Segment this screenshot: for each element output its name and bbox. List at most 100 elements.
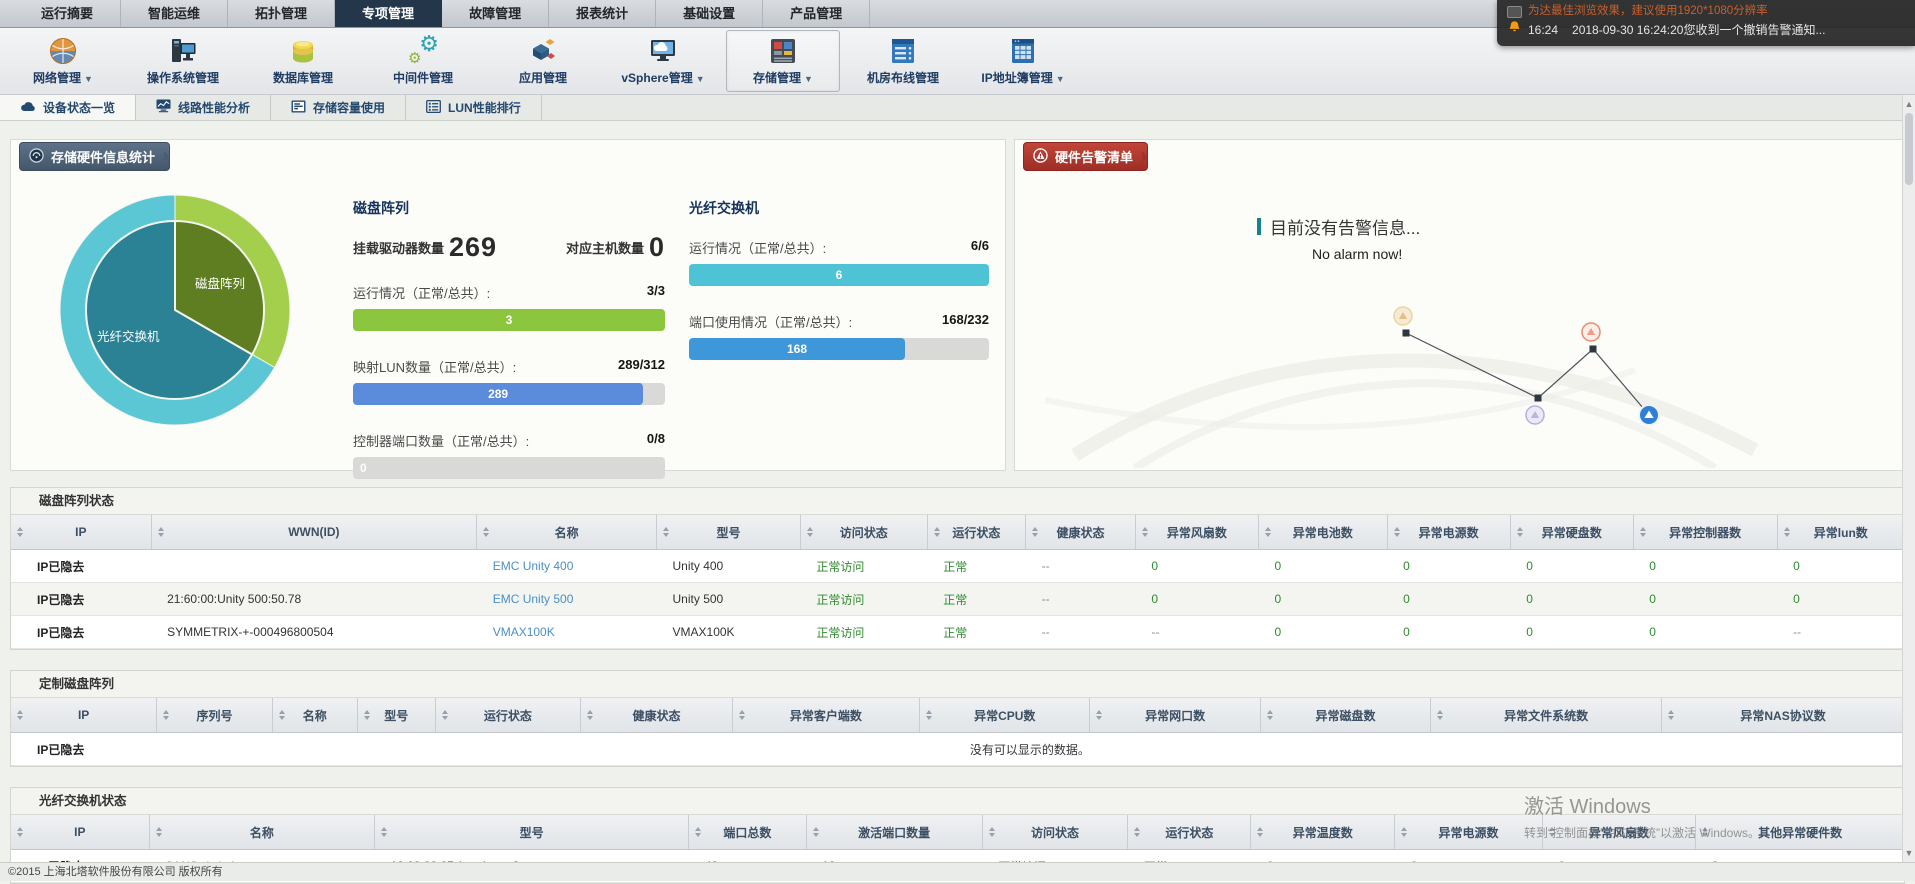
column-header[interactable]: 异常风扇数 — [1135, 515, 1258, 550]
toolbar-item[interactable]: 机房布线管理 — [846, 30, 960, 92]
column-header[interactable]: 名称 — [477, 515, 657, 550]
nav-tab[interactable]: 基础设置 — [656, 0, 763, 27]
column-header[interactable]: 访问状态 — [800, 515, 927, 550]
column-header[interactable]: 异常文件系统数 — [1431, 698, 1662, 733]
notification-popup[interactable]: 为达最佳浏览效果，建议使用1920*1080分辨率 16:24 2018-09-… — [1497, 0, 1915, 46]
column-header[interactable]: 异常电池数 — [1258, 515, 1387, 550]
sort-icon[interactable] — [1784, 527, 1790, 537]
sort-icon[interactable] — [17, 527, 23, 537]
column-header[interactable]: IP — [11, 698, 157, 733]
column-header[interactable]: 异常网口数 — [1090, 698, 1260, 733]
sort-icon[interactable] — [739, 710, 745, 720]
column-header[interactable]: 异常硬盘数 — [1510, 515, 1633, 550]
nav-tab[interactable]: 产品管理 — [763, 0, 870, 27]
notification-alarm-row[interactable]: 16:24 2018-09-30 16:24:20您收到一个撤销告警通知... — [1507, 20, 1907, 40]
column-header[interactable]: IP — [11, 815, 149, 850]
sort-icon[interactable] — [1257, 827, 1263, 837]
sort-icon[interactable] — [1265, 527, 1271, 537]
sort-icon[interactable] — [1096, 710, 1102, 720]
sort-icon[interactable] — [1668, 710, 1674, 720]
sort-icon[interactable] — [813, 827, 819, 837]
nav-tab[interactable]: 专项管理 — [335, 0, 442, 27]
column-header[interactable]: 运行状态 — [435, 698, 581, 733]
column-header[interactable]: 健康状态 — [1026, 515, 1136, 550]
column-header[interactable]: 异常电源数 — [1387, 515, 1510, 550]
device-link[interactable]: VMAX100K — [493, 625, 555, 639]
column-header[interactable]: 运行状态 — [927, 515, 1025, 550]
scrollbar-thumb[interactable] — [1905, 113, 1913, 185]
nav-tab[interactable]: 拓扑管理 — [228, 0, 335, 27]
nav-tab[interactable]: 智能运维 — [121, 0, 228, 27]
column-header[interactable]: 访问状态 — [982, 815, 1128, 850]
sort-icon[interactable] — [1267, 710, 1273, 720]
column-header[interactable]: 序列号 — [157, 698, 272, 733]
nav-tab[interactable]: 运行摘要 — [14, 0, 121, 27]
toolbar-item[interactable]: 存储管理▼ — [726, 30, 840, 92]
column-header[interactable]: 名称 — [272, 698, 357, 733]
sort-icon[interactable] — [381, 827, 387, 837]
toolbar-item[interactable]: 操作系统管理 — [126, 30, 240, 92]
nav-tab[interactable]: 故障管理 — [442, 0, 549, 27]
sort-icon[interactable] — [483, 527, 489, 537]
column-header[interactable]: 型号 — [374, 815, 688, 850]
sort-icon[interactable] — [807, 527, 813, 537]
sort-icon[interactable] — [1702, 827, 1708, 837]
column-header[interactable]: 激活端口数量 — [806, 815, 982, 850]
sort-icon[interactable] — [156, 827, 162, 837]
column-header[interactable]: WWN(ID) — [151, 515, 477, 550]
sort-icon[interactable] — [17, 710, 23, 720]
sort-icon[interactable] — [1142, 527, 1148, 537]
column-header[interactable]: 异常CPU数 — [920, 698, 1090, 733]
device-link[interactable]: EMC Unity 500 — [493, 592, 574, 606]
sort-icon[interactable] — [1437, 710, 1443, 720]
column-header[interactable]: 异常电源数 — [1395, 815, 1543, 850]
sort-icon[interactable] — [442, 710, 448, 720]
toolbar-item[interactable]: 应用管理 — [486, 30, 600, 92]
sort-icon[interactable] — [364, 710, 370, 720]
column-header[interactable]: 异常温度数 — [1251, 815, 1395, 850]
sort-icon[interactable] — [587, 710, 593, 720]
column-header[interactable]: 异常磁盘数 — [1260, 698, 1430, 733]
sort-icon[interactable] — [158, 527, 164, 537]
sort-icon[interactable] — [163, 710, 169, 720]
sort-icon[interactable] — [17, 827, 23, 837]
column-header[interactable]: 异常lun数 — [1777, 515, 1904, 550]
nav-tab[interactable]: 报表统计 — [549, 0, 656, 27]
sort-icon[interactable] — [934, 527, 940, 537]
sort-icon[interactable] — [1517, 527, 1523, 537]
toolbar-item[interactable]: IP地址簿管理▼ — [966, 30, 1080, 92]
sort-icon[interactable] — [1640, 527, 1646, 537]
column-header[interactable]: 其他异常硬件数 — [1696, 815, 1904, 850]
sort-icon[interactable] — [1032, 527, 1038, 537]
subtab[interactable]: 设备状态一览 — [0, 95, 136, 120]
column-header[interactable]: 型号 — [357, 698, 435, 733]
sort-icon[interactable] — [1401, 827, 1407, 837]
sort-icon[interactable] — [1134, 827, 1140, 837]
vertical-scrollbar[interactable]: ▲ ▼ — [1902, 95, 1915, 862]
subtab[interactable]: 线路性能分析 — [136, 95, 271, 120]
column-header[interactable]: 端口总数 — [689, 815, 806, 850]
sort-icon[interactable] — [926, 710, 932, 720]
column-header[interactable]: 名称 — [149, 815, 374, 850]
sort-icon[interactable] — [989, 827, 995, 837]
subtab[interactable]: LUN性能排行 — [406, 95, 542, 120]
device-link[interactable]: EMC Unity 400 — [493, 559, 574, 573]
column-header[interactable]: 异常控制器数 — [1633, 515, 1777, 550]
toolbar-item[interactable]: vSphere管理▼ — [606, 30, 720, 92]
scroll-up-arrow[interactable]: ▲ — [1903, 97, 1915, 111]
toolbar-item[interactable]: ⚙⚙中间件管理 — [366, 30, 480, 92]
column-header[interactable]: 健康状态 — [581, 698, 732, 733]
column-header[interactable]: 异常风扇数 — [1542, 815, 1695, 850]
column-header[interactable]: IP — [11, 515, 151, 550]
column-header[interactable]: 型号 — [657, 515, 801, 550]
sort-icon[interactable] — [279, 710, 285, 720]
column-header[interactable]: 异常NAS协议数 — [1662, 698, 1904, 733]
column-header[interactable]: 异常客户端数 — [732, 698, 919, 733]
sort-icon[interactable] — [1549, 827, 1555, 837]
sort-icon[interactable] — [663, 527, 669, 537]
column-header[interactable]: 运行状态 — [1128, 815, 1251, 850]
resolution-tip-checkbox[interactable] — [1507, 6, 1522, 18]
subtab[interactable]: 存储容量使用 — [271, 95, 406, 120]
sort-icon[interactable] — [1394, 527, 1400, 537]
toolbar-item[interactable]: 网络管理▼ — [6, 30, 120, 92]
